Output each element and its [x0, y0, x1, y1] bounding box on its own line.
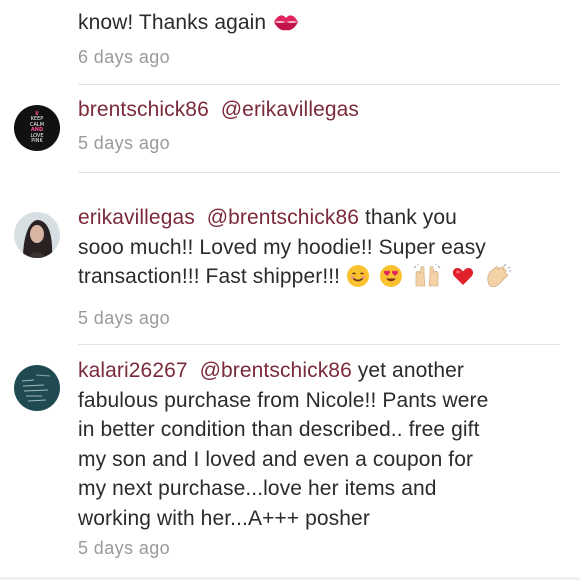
comment-username[interactable]: kalari26267: [78, 359, 188, 382]
comment-item: kalari26267 @brentschick86 yet another f…: [0, 344, 580, 580]
comment-body-line: yet another: [357, 359, 464, 382]
user-photo-avatar[interactable]: [14, 212, 60, 258]
comment-body-line: in better condition than described.. fre…: [78, 418, 480, 441]
comment-username[interactable]: erikavillegas: [78, 206, 195, 229]
comment-timestamp: 6 days ago: [78, 47, 171, 67]
comment-text: know! Thanks again: [78, 8, 562, 38]
comment-mention[interactable]: @brentschick86: [207, 206, 359, 229]
comment-body-line: transaction!!! Fast shipper!!!: [78, 265, 341, 288]
comment-body: know! Thanks again: [78, 11, 267, 34]
comment-text: erikavillegas @brentschick86 thank you s…: [78, 203, 562, 292]
comment-body-line: fabulous purchase from Nicole!! Pants we…: [78, 388, 489, 412]
comment-timestamp: 5 days ago: [78, 538, 171, 558]
comment-item: ♛ KEEP CALM AND LOVE PINK brentschick86 …: [0, 84, 580, 172]
keep-calm-love-pink-avatar[interactable]: ♛ KEEP CALM AND LOVE PINK: [14, 105, 60, 151]
comment-text: kalari26267 @brentschick86 yet another f…: [78, 356, 562, 533]
heart-eyes-emoji-icon: [379, 264, 403, 288]
raising-hands-emoji-icon: [412, 264, 442, 288]
red-heart-emoji-icon: [451, 264, 475, 288]
comment-body-line: sooo much!! Loved my hoodie!! Super easy: [78, 235, 486, 259]
comment-timestamp: 5 days ago: [78, 308, 171, 328]
chalkboard-avatar[interactable]: [14, 365, 60, 411]
comment-body-line: thank you: [364, 206, 457, 229]
comment-text: brentschick86 @erikavillegas: [78, 95, 562, 125]
smiling-face-emoji-icon: [346, 264, 370, 288]
comments-page: know! Thanks again 6 days ago ♛ KEEP CAL…: [0, 0, 580, 580]
comment-body-line: working with her...A+++ posher: [78, 506, 370, 530]
comment-body-line: my next purchase...love her items and: [78, 477, 437, 500]
comment-body-line: my son and I loved and even a coupon for: [78, 447, 474, 471]
kiss-mark-emoji-icon: [272, 10, 300, 34]
comment-timestamp: 5 days ago: [78, 133, 171, 153]
comment-item: know! Thanks again 6 days ago: [0, 0, 580, 80]
comment-mention[interactable]: @erikavillegas: [221, 98, 359, 121]
clapping-hands-emoji-icon: [484, 263, 512, 288]
comment-item: erikavillegas @brentschick86 thank you s…: [0, 172, 580, 342]
avatar-text-pink: PINK: [31, 138, 43, 145]
comment-mention[interactable]: @brentschick86: [200, 359, 352, 382]
comment-username[interactable]: brentschick86: [78, 98, 209, 121]
